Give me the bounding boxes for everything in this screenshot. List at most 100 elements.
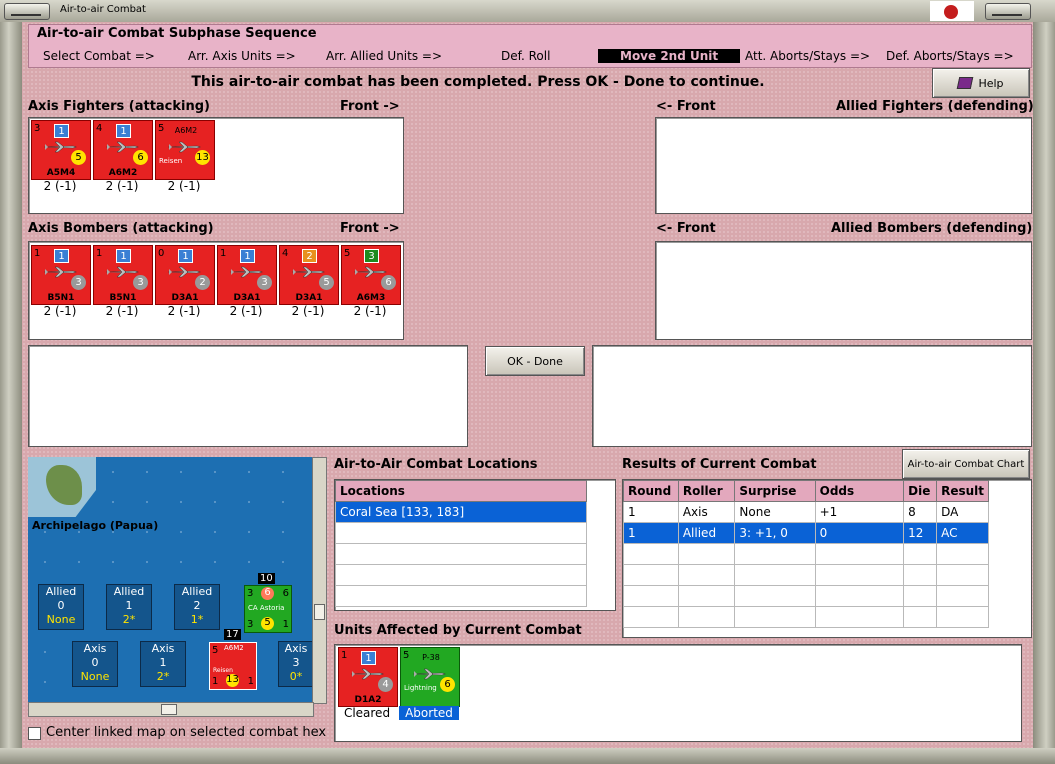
step-move-2nd-unit: Move 2nd Unit: [598, 49, 741, 63]
allied-bombers-label: Allied Bombers (defending): [831, 221, 1033, 236]
table-row[interactable]: 1 Allied 3: +1, 0 0 12 AC: [623, 522, 989, 544]
unit-status: 2 (-1): [43, 179, 77, 193]
unit-status: 2 (-1): [167, 179, 201, 193]
unit-counter[interactable]: 3 1 5 A5M4: [31, 120, 91, 180]
unit-counter[interactable]: 4 1 6 A6M2: [93, 120, 153, 180]
locations-column-header: Locations: [335, 480, 587, 502]
col-roller: Roller: [677, 480, 736, 502]
locations-list[interactable]: Locations Coral Sea [133, 183]: [334, 479, 616, 611]
unit-name: A6M3: [356, 293, 386, 303]
table-row-empty[interactable]: [623, 606, 989, 628]
air-combat-chart-button[interactable]: Air-to-air Combat Chart: [902, 449, 1030, 479]
unit-status: 2 (-1): [291, 304, 325, 318]
stack-count-plane: 17: [224, 629, 241, 640]
unit-strength: 3: [133, 275, 148, 290]
plane-icon: [412, 668, 446, 680]
unit-counter[interactable]: 4 2 5 D3A1: [279, 245, 339, 305]
window-title: Air-to-air Combat: [60, 4, 146, 15]
axis-box-2[interactable]: Axis 3 0*: [278, 641, 312, 687]
step-def-aborts: Def. Aborts/Stays =>: [886, 49, 1014, 63]
plane-icon: [43, 141, 77, 153]
unit-badge: P-38: [422, 652, 440, 662]
map-vertical-scrollbar[interactable]: [312, 457, 327, 704]
unit-badge: A6M2: [174, 125, 198, 135]
map-hscroll-thumb[interactable]: [161, 704, 177, 715]
center-map-label: Center linked map on selected combat hex: [46, 725, 327, 740]
left-frame: [0, 22, 22, 764]
location-row-empty[interactable]: [335, 564, 587, 586]
unit-badge: 2: [302, 249, 317, 263]
axis-box-0[interactable]: Axis 0 None: [72, 641, 118, 687]
col-die: Die: [903, 480, 938, 502]
axis-box-1[interactable]: Axis 1 2*: [140, 641, 186, 687]
plane-icon: [291, 266, 325, 278]
ok-done-button[interactable]: OK - Done: [485, 346, 585, 376]
unit-counter[interactable]: 0 1 2 D3A1: [155, 245, 215, 305]
table-row[interactable]: 1 Axis None +1 8 DA: [623, 501, 989, 523]
col-round: Round: [623, 480, 679, 502]
allied-box-2[interactable]: Allied 2 1*: [174, 584, 220, 630]
unit-badge: 1: [240, 249, 255, 263]
table-row-empty[interactable]: [623, 585, 989, 607]
ship-circle-top: 6: [261, 587, 274, 600]
table-row-empty[interactable]: [623, 543, 989, 565]
unit-counter[interactable]: 1 1 3 D3A1: [217, 245, 277, 305]
unit-badge: 1: [116, 124, 131, 138]
help-book-icon: [957, 77, 974, 89]
map-land-hex: [28, 457, 96, 517]
plane-icon: [353, 266, 387, 278]
location-row-empty[interactable]: [335, 522, 587, 544]
allied-box-1[interactable]: Allied 1 2*: [106, 584, 152, 630]
allied-box-0[interactable]: Allied 0 None: [38, 584, 84, 630]
stack-count-ship: 10: [258, 573, 275, 584]
location-row-empty[interactable]: [335, 585, 587, 607]
unit-counter[interactable]: 1 1 3 B5N1: [31, 245, 91, 305]
unit-counter[interactable]: 5 P-38 Lightning 6: [400, 647, 460, 707]
step-arr-axis: Arr. Axis Units =>: [188, 49, 296, 63]
location-row-empty[interactable]: [335, 543, 587, 565]
unit-name: D1A2: [354, 695, 382, 705]
map-vscroll-thumb[interactable]: [314, 604, 325, 620]
unit-strength: 3: [257, 275, 272, 290]
unit-status: Aborted: [399, 706, 459, 720]
unit-strength: 2: [195, 275, 210, 290]
col-result: Result: [936, 480, 989, 502]
unit-status: 2 (-1): [167, 304, 201, 318]
title-bar: Air-to-air Combat: [0, 0, 1055, 23]
unit-counter[interactable]: 5 3 6 A6M3: [341, 245, 401, 305]
subphase-sequence: Air-to-air Combat Subphase Sequence Sele…: [28, 24, 1032, 68]
unit-status: 2 (-1): [105, 179, 139, 193]
results-table-panel: Round Roller Surprise Odds Die Result 1A…: [622, 479, 1032, 638]
center-map-checkbox[interactable]: [28, 727, 41, 740]
plane-counter-a6m2[interactable]: 5 A6M2 Reisen 1 13 1: [209, 642, 257, 690]
unit-counter[interactable]: 5 A6M2 Reisen 13: [155, 120, 215, 180]
unit-name: D3A1: [233, 293, 261, 303]
table-row-empty[interactable]: [623, 564, 989, 586]
unit-counter[interactable]: 1 1 3 B5N1: [93, 245, 153, 305]
help-button[interactable]: Help: [932, 68, 1030, 98]
step-att-aborts: Att. Aborts/Stays =>: [745, 49, 871, 63]
unit-badge: 1: [116, 249, 131, 263]
axis-bombers-label: Axis Bombers (attacking): [28, 221, 214, 236]
unit-name: D3A1: [295, 293, 323, 303]
unit-status: 2 (-1): [229, 304, 263, 318]
axis-fighters-front: Front ->: [340, 99, 400, 114]
unit-counter[interactable]: 1 1 4 D1A2: [338, 647, 398, 707]
unit-badge: 1: [178, 249, 193, 263]
system-menu-button[interactable]: [4, 3, 50, 20]
map-horizontal-scrollbar[interactable]: [28, 702, 314, 717]
allied-message-panel: [592, 345, 1032, 447]
axis-fighters-label: Axis Fighters (attacking): [28, 99, 210, 114]
linked-map[interactable]: Archipelago (Papua) Allied 0 None Allied 1 2…: [28, 457, 312, 702]
col-surprise: Surprise: [734, 480, 816, 502]
ship-icon: CA Astoria: [248, 604, 285, 612]
unit-status: 2 (-1): [105, 304, 139, 318]
unit-strength: 13: [195, 150, 210, 165]
plane-icon: [105, 141, 139, 153]
minimize-button[interactable]: [985, 3, 1031, 20]
ship-counter-ca-astoria[interactable]: 3 6 6 CA Astoria 3 5 1: [244, 585, 292, 633]
location-row[interactable]: Coral Sea [133, 183]: [335, 501, 587, 523]
unit-strength: 6: [133, 150, 148, 165]
unit-strength: 3: [71, 275, 86, 290]
map-region-label: Archipelago (Papua): [32, 519, 159, 532]
